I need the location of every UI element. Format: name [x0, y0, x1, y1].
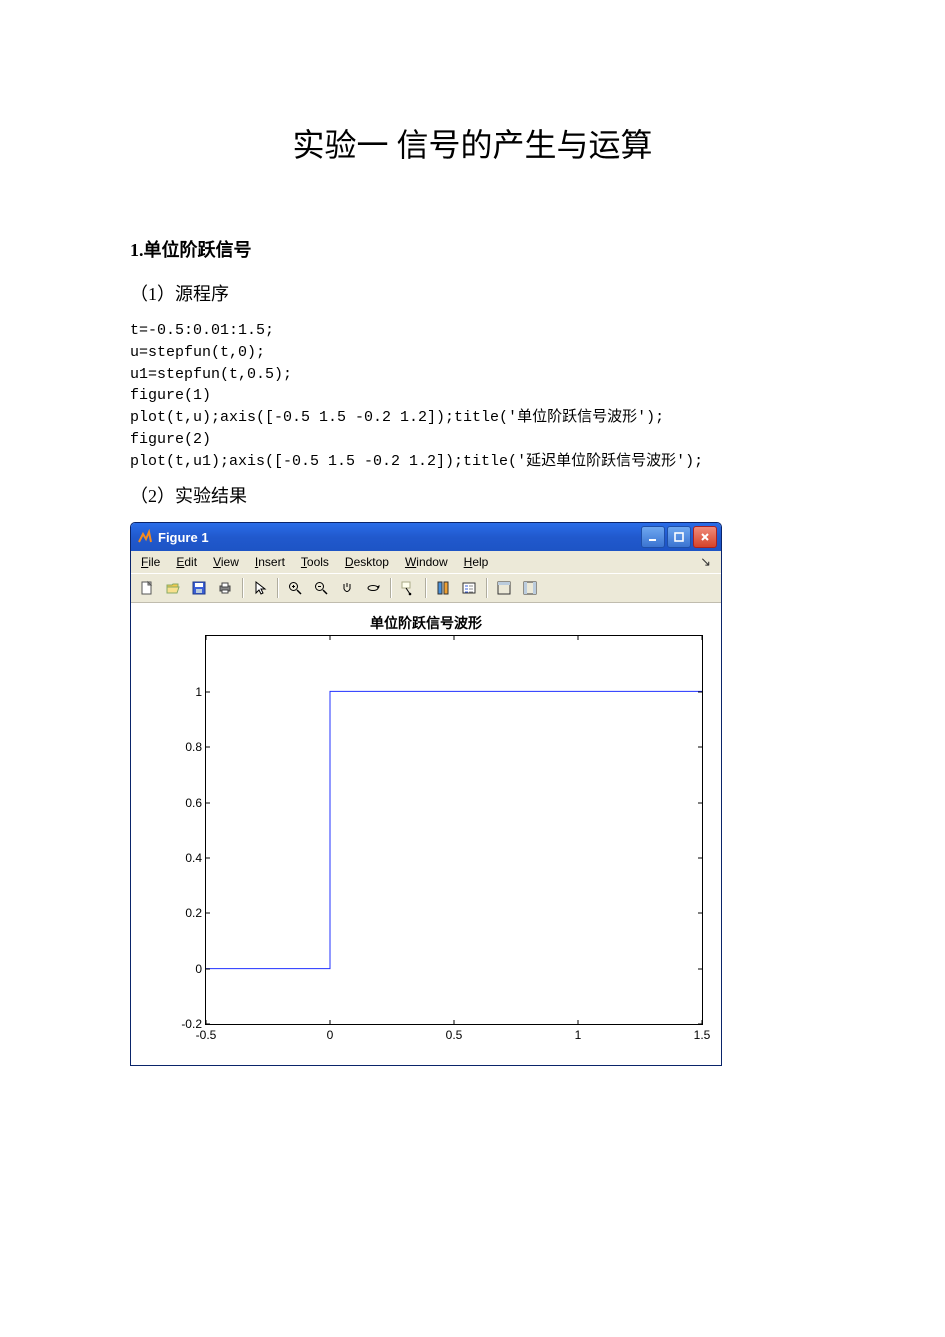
menu-edit[interactable]: Edit	[170, 553, 203, 571]
plot-title: 单位阶跃信号波形	[135, 613, 717, 633]
show-tools-icon[interactable]	[518, 576, 542, 600]
pointer-icon[interactable]	[248, 576, 272, 600]
new-figure-icon[interactable]	[135, 576, 159, 600]
y-tick-label: 0	[195, 962, 202, 976]
matlab-icon	[137, 529, 153, 545]
data-cursor-icon[interactable]	[396, 576, 420, 600]
y-tick-label: 1	[195, 685, 202, 699]
colorbar-icon[interactable]	[431, 576, 455, 600]
save-icon[interactable]	[187, 576, 211, 600]
menu-desktop[interactable]: Desktop	[339, 553, 395, 571]
figure-client: 单位阶跃信号波形 -0.200.20.40.60.81-0.500.511.5	[131, 603, 721, 1065]
menubar: File Edit View Insert Tools Desktop Wind…	[131, 551, 721, 573]
minimize-button[interactable]	[641, 526, 665, 548]
menu-file[interactable]: File	[135, 553, 166, 571]
zoom-out-icon[interactable]	[309, 576, 333, 600]
zoom-in-icon[interactable]	[283, 576, 307, 600]
close-button[interactable]	[693, 526, 717, 548]
source-code-heading: （1）源程序	[130, 280, 815, 306]
open-icon[interactable]	[161, 576, 185, 600]
window-titlebar: Figure 1	[131, 523, 721, 551]
x-tick-label: 1	[575, 1028, 582, 1042]
x-tick-label: 0	[327, 1028, 334, 1042]
menu-tools[interactable]: Tools	[295, 553, 335, 571]
matlab-figure-window: Figure 1 File Edit View Insert Tools Des…	[130, 522, 722, 1066]
page-title: 实验一 信号的产生与运算	[130, 120, 815, 166]
menu-view[interactable]: View	[207, 553, 245, 571]
x-tick-label: -0.5	[196, 1028, 217, 1042]
window-title: Figure 1	[158, 530, 641, 545]
section-1-heading: 1.单位阶跃信号	[130, 236, 815, 262]
dock-icon[interactable]: ↘	[694, 554, 717, 570]
pan-icon[interactable]	[335, 576, 359, 600]
menu-help[interactable]: Help	[458, 553, 495, 571]
toolbar	[131, 573, 721, 603]
source-code-block: t=-0.5:0.01:1.5; u=stepfun(t,0); u1=step…	[130, 320, 815, 472]
y-tick-label: 0.4	[185, 851, 202, 865]
hide-tools-icon[interactable]	[492, 576, 516, 600]
y-tick-label: 0.8	[185, 740, 202, 754]
legend-icon[interactable]	[457, 576, 481, 600]
print-icon[interactable]	[213, 576, 237, 600]
y-tick-label: 0.2	[185, 906, 202, 920]
plot-axes: -0.200.20.40.60.81-0.500.511.5	[205, 635, 703, 1025]
y-tick-label: 0.6	[185, 796, 202, 810]
x-tick-label: 1.5	[694, 1028, 711, 1042]
x-tick-label: 0.5	[446, 1028, 463, 1042]
result-heading: （2）实验结果	[130, 482, 815, 508]
maximize-button[interactable]	[667, 526, 691, 548]
menu-window[interactable]: Window	[399, 553, 454, 571]
plot-area: 单位阶跃信号波形 -0.200.20.40.60.81-0.500.511.5	[135, 609, 717, 1059]
rotate3d-icon[interactable]	[361, 576, 385, 600]
menu-insert[interactable]: Insert	[249, 553, 291, 571]
